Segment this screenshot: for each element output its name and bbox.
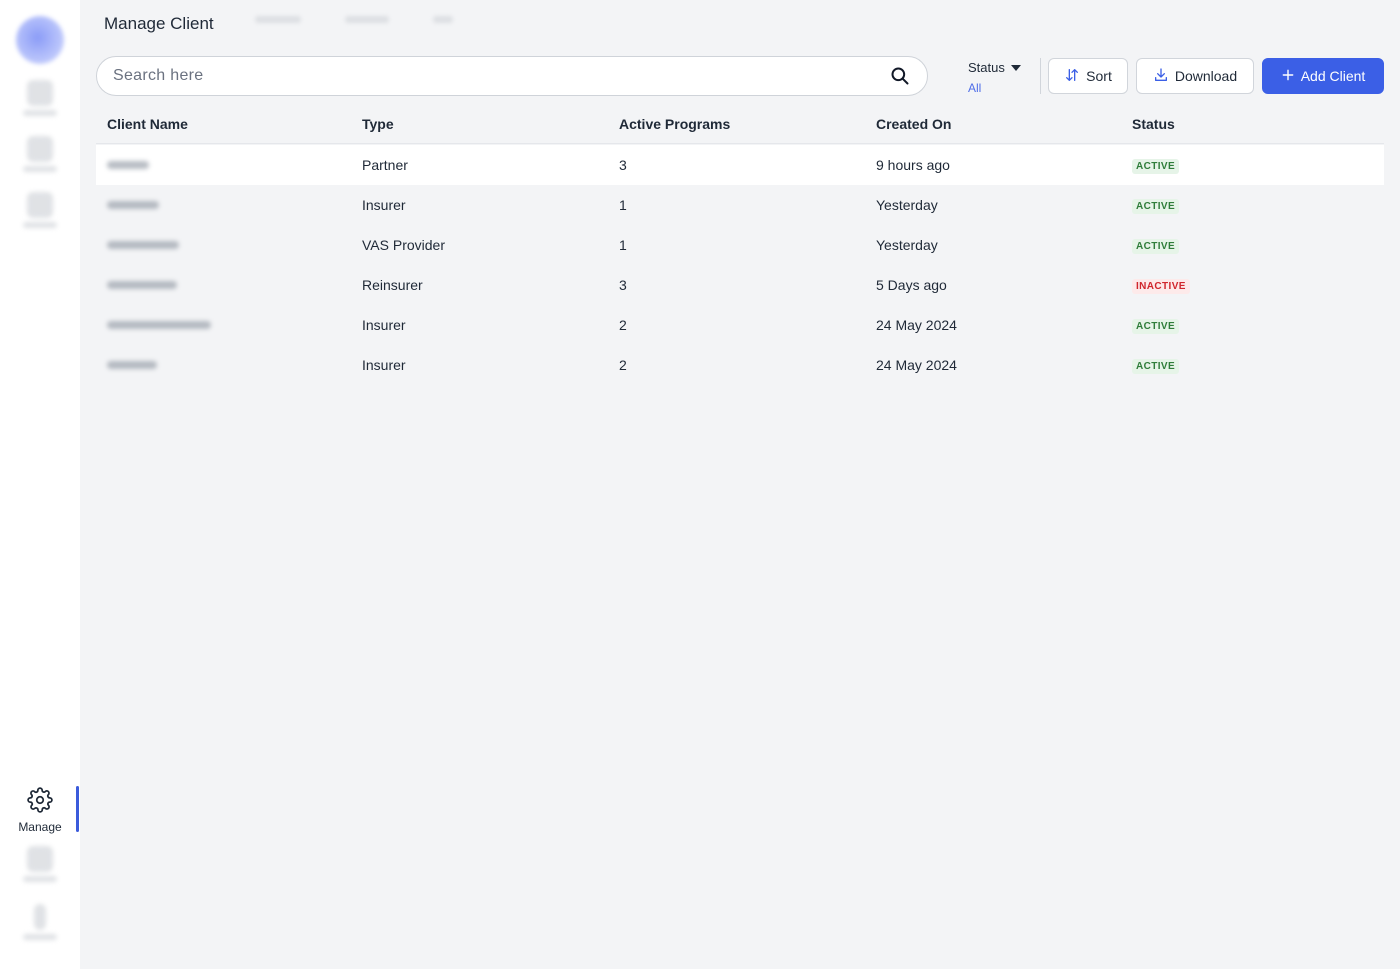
status-badge: ACTIVE xyxy=(1132,359,1180,374)
table-row[interactable]: Insurer 2 24 May 2024 ACTIVE xyxy=(96,305,1384,345)
table-row[interactable]: Partner 3 9 hours ago ACTIVE xyxy=(96,145,1384,185)
divider xyxy=(1040,58,1041,94)
column-header-created-on[interactable]: Created On xyxy=(876,116,951,132)
search-input[interactable] xyxy=(113,67,889,85)
sidebar-item-blurred[interactable] xyxy=(18,80,62,124)
sidebar-item-manage[interactable]: Manage xyxy=(0,786,80,834)
sidebar-item-blurred[interactable] xyxy=(18,904,62,948)
table-header: Client Name Type Active Programs Created… xyxy=(96,104,1384,144)
client-type: Insurer xyxy=(362,357,406,373)
active-indicator xyxy=(76,786,79,832)
client-name-redacted xyxy=(107,281,177,289)
status-badge: ACTIVE xyxy=(1132,159,1180,174)
client-name-redacted xyxy=(107,161,149,169)
caret-down-icon xyxy=(1010,64,1021,71)
active-programs-count: 2 xyxy=(619,317,627,333)
header-tabs-blurred xyxy=(255,16,453,23)
client-type: Insurer xyxy=(362,197,406,213)
client-name-redacted xyxy=(107,241,179,249)
sidebar-item-blurred[interactable] xyxy=(18,846,62,890)
status-badge: ACTIVE xyxy=(1132,319,1180,334)
gear-icon xyxy=(27,786,53,818)
app-logo[interactable] xyxy=(16,16,64,64)
active-programs-count: 1 xyxy=(619,197,627,213)
status-filter-dropdown[interactable]: Status All xyxy=(968,60,1032,100)
client-type: VAS Provider xyxy=(362,237,445,253)
active-programs-count: 3 xyxy=(619,277,627,293)
sidebar-item-blurred[interactable] xyxy=(18,192,62,236)
sort-icon xyxy=(1064,67,1080,86)
download-button[interactable]: Download xyxy=(1136,58,1254,94)
created-on: 5 Days ago xyxy=(876,277,947,293)
client-name-redacted xyxy=(107,201,159,209)
search-icon[interactable] xyxy=(889,65,911,87)
created-on: 9 hours ago xyxy=(876,157,950,173)
active-programs-count: 1 xyxy=(619,237,627,253)
status-filter-label: Status xyxy=(968,60,1005,75)
table-row[interactable]: Insurer 1 Yesterday ACTIVE xyxy=(96,185,1384,225)
sort-button[interactable]: Sort xyxy=(1048,58,1128,94)
client-type: Insurer xyxy=(362,317,406,333)
column-header-client-name[interactable]: Client Name xyxy=(107,116,188,132)
active-programs-count: 2 xyxy=(619,357,627,373)
status-filter-value: All xyxy=(968,81,982,95)
status-badge: ACTIVE xyxy=(1132,199,1180,214)
sidebar-item-blurred[interactable] xyxy=(18,136,62,180)
page-title: Manage Client xyxy=(104,14,214,33)
sidebar: Manage xyxy=(0,0,80,969)
column-header-active-programs[interactable]: Active Programs xyxy=(619,116,730,132)
column-header-status[interactable]: Status xyxy=(1132,116,1175,132)
status-badge: ACTIVE xyxy=(1132,239,1180,254)
add-client-button-label: Add Client xyxy=(1300,68,1366,84)
active-programs-count: 3 xyxy=(619,157,627,173)
client-name-redacted xyxy=(107,321,211,329)
status-badge: INACTIVE xyxy=(1132,279,1190,294)
created-on: Yesterday xyxy=(876,237,938,253)
table-row[interactable]: Insurer 2 24 May 2024 ACTIVE xyxy=(96,345,1384,385)
column-header-type[interactable]: Type xyxy=(362,116,394,132)
created-on: Yesterday xyxy=(876,197,938,213)
client-type: Partner xyxy=(362,157,408,173)
created-on: 24 May 2024 xyxy=(876,357,957,373)
client-name-redacted xyxy=(107,361,157,369)
sort-button-label: Sort xyxy=(1086,68,1112,84)
table-row[interactable]: VAS Provider 1 Yesterday ACTIVE xyxy=(96,225,1384,265)
table-row[interactable]: Reinsurer 3 5 Days ago INACTIVE xyxy=(96,265,1384,305)
download-icon xyxy=(1153,67,1169,86)
sidebar-item-label: Manage xyxy=(18,819,62,834)
download-button-label: Download xyxy=(1174,68,1238,84)
created-on: 24 May 2024 xyxy=(876,317,957,333)
client-type: Reinsurer xyxy=(362,277,423,293)
plus-icon xyxy=(1281,68,1295,85)
add-client-button[interactable]: Add Client xyxy=(1262,58,1384,94)
search-bar xyxy=(96,56,928,96)
